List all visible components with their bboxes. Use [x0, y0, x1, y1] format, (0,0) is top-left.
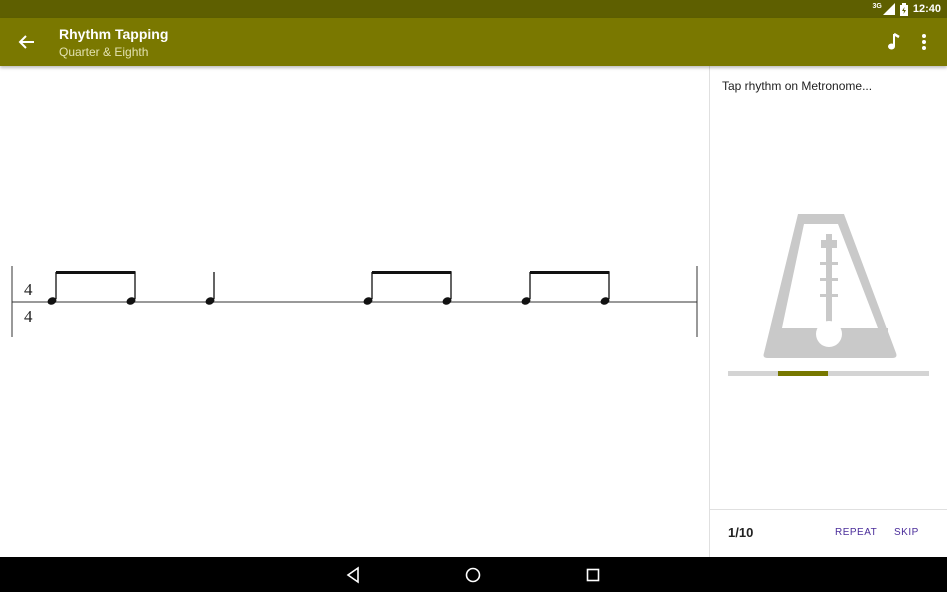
nav-home-button[interactable]	[463, 565, 483, 585]
signal-icon	[882, 3, 895, 15]
recents-square-icon	[586, 568, 600, 582]
music-note-icon	[888, 32, 900, 50]
back-button[interactable]	[14, 30, 40, 54]
time-sig-bottom: 4	[24, 307, 33, 326]
beamed-eighth-pair-2	[363, 271, 452, 305]
progress-fill	[778, 371, 828, 376]
rhythm-staff: 4 4	[11, 266, 698, 337]
nav-recents-button[interactable]	[583, 565, 603, 585]
app-bar: Rhythm Tapping Quarter & Eighth	[0, 18, 947, 66]
system-nav-bar	[0, 557, 947, 592]
music-button[interactable]	[884, 31, 904, 53]
footer-divider	[710, 509, 947, 510]
notation-area[interactable]: 4 4	[0, 66, 709, 557]
skip-button[interactable]: SKIP	[894, 527, 919, 538]
tap-prompt: Tap rhythm on Metronome...	[722, 79, 873, 93]
battery-icon	[899, 2, 908, 16]
progress-bar	[728, 371, 929, 376]
page-title: Rhythm Tapping	[59, 26, 169, 42]
time-sig-top: 4	[24, 280, 33, 299]
back-triangle-icon	[346, 566, 359, 584]
page-subtitle: Quarter & Eighth	[59, 45, 149, 59]
beamed-eighth-pair-1	[47, 271, 136, 305]
status-bar: 3G 12:40	[0, 0, 947, 18]
arrow-left-icon	[18, 35, 34, 49]
exercise-counter: 1/10	[728, 525, 754, 540]
clock: 12:40	[912, 3, 941, 15]
more-options-button[interactable]	[916, 31, 932, 53]
repeat-button[interactable]: REPEAT	[835, 527, 877, 538]
quarter-note	[205, 272, 215, 305]
metronome-icon	[763, 214, 897, 358]
home-circle-icon	[465, 567, 481, 583]
more-vert-icon	[922, 34, 926, 50]
metronome-tap-target[interactable]	[760, 212, 900, 362]
beamed-eighth-pair-3	[521, 271, 610, 305]
network-type: 3G	[872, 2, 882, 10]
tap-panel: Tap rhythm on Metronome... 1/10 REPEAT S…	[710, 66, 947, 557]
status-icons: 3G 12:40	[873, 1, 941, 17]
nav-back-button[interactable]	[344, 565, 364, 585]
